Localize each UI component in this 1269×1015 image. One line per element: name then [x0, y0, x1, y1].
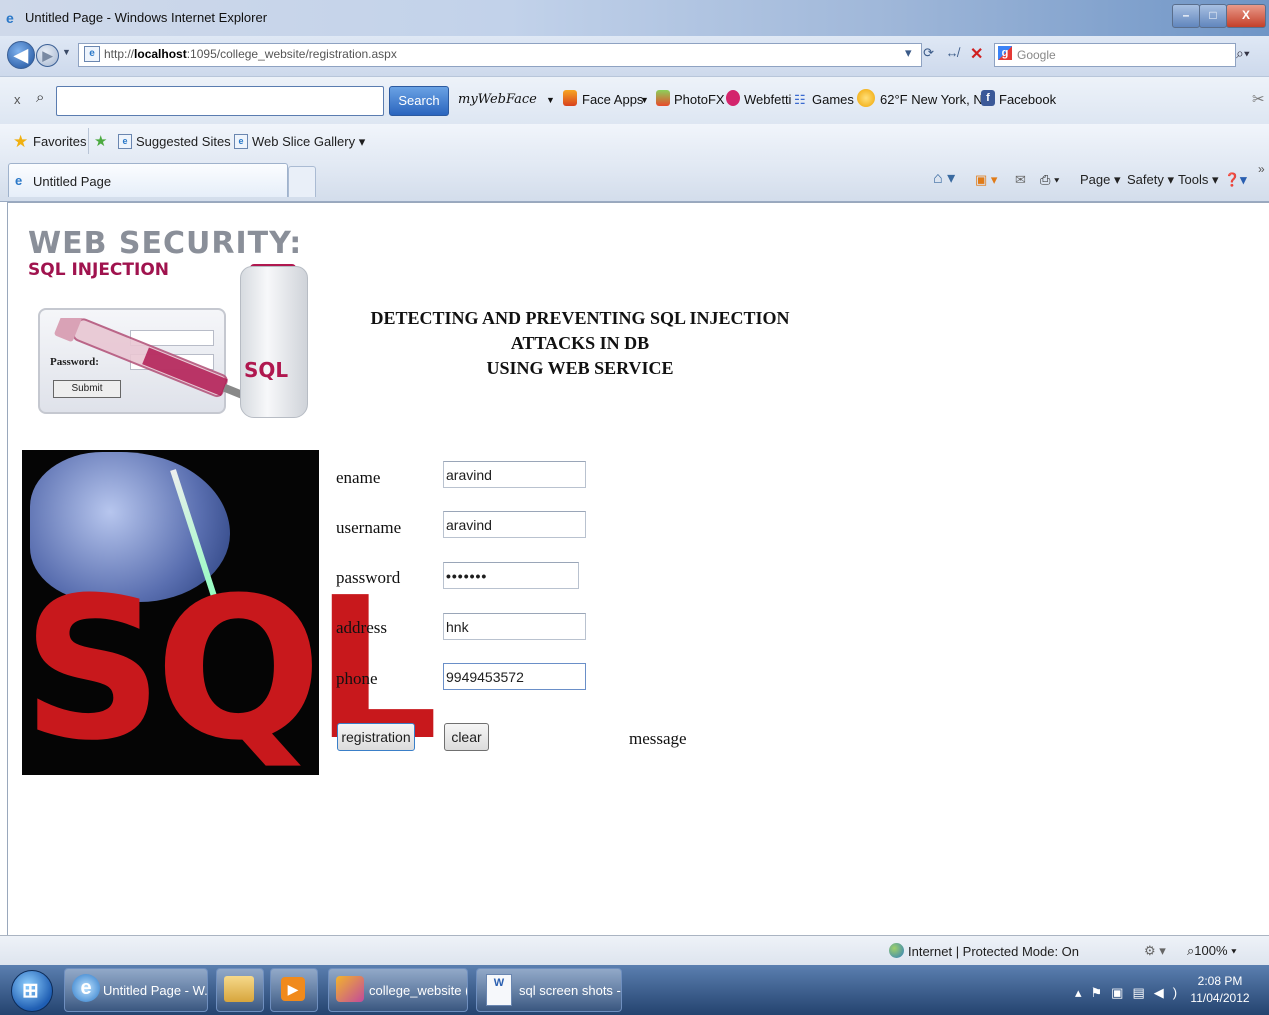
- password-input[interactable]: •••••••: [443, 562, 579, 589]
- print-icon[interactable]: ⎙ ▾: [1040, 172, 1059, 188]
- toolbar-close-button[interactable]: x: [14, 92, 21, 107]
- banner-subtitle: SQL INJECTION: [28, 260, 170, 280]
- zoom-level[interactable]: ⌕100% ▾: [1187, 943, 1237, 959]
- search-icon: ⌕: [36, 89, 45, 106]
- mywebface-link[interactable]: myWebFace: [458, 92, 537, 107]
- ename-input[interactable]: aravind: [443, 461, 586, 488]
- chevron-down-icon[interactable]: ▼: [640, 95, 649, 105]
- registration-button[interactable]: registration: [337, 723, 415, 751]
- facebook-icon: f: [981, 90, 995, 106]
- phone-label: phone: [336, 669, 378, 688]
- facebook-link[interactable]: Facebook: [999, 92, 1056, 107]
- google-search-placeholder: Google: [1017, 48, 1056, 62]
- security-zone[interactable]: Internet | Protected Mode: On: [908, 944, 1079, 959]
- webfetti-link[interactable]: Webfetti: [744, 92, 791, 107]
- more-commands-icon[interactable]: »: [1258, 162, 1265, 176]
- sql-image-text: SQL: [22, 556, 439, 784]
- webfetti-icon: [726, 90, 740, 106]
- popup-settings-icon[interactable]: ⚙ ▾: [1144, 943, 1166, 959]
- clock-date: 11/04/2012: [1190, 991, 1250, 1005]
- folder-icon: [224, 976, 254, 1002]
- home-icon[interactable]: ⌂ ▾: [933, 168, 955, 188]
- windows-logo-icon: ⊞: [22, 980, 39, 1002]
- suggested-sites-link[interactable]: Suggested Sites ▾: [136, 134, 241, 150]
- safety-menu[interactable]: Safety ▾: [1127, 172, 1174, 188]
- username-input[interactable]: aravind: [443, 511, 586, 538]
- message-label: message: [629, 729, 687, 748]
- username-label: username: [336, 518, 402, 537]
- photofx-icon: [656, 90, 670, 106]
- divider: [88, 128, 89, 154]
- minimize-button[interactable]: –: [1172, 4, 1200, 28]
- media-player-icon: ▶: [281, 977, 305, 1001]
- ie-icon: e: [15, 173, 23, 188]
- games-link[interactable]: Games: [812, 92, 854, 107]
- face-apps-icon: [563, 90, 577, 106]
- ename-label: ename: [336, 468, 381, 487]
- clock-time: 2:08 PM: [1197, 974, 1243, 988]
- favorites-button[interactable]: Favorites: [33, 134, 86, 149]
- password-label: password: [336, 568, 401, 587]
- ie-icon: e: [72, 974, 100, 1002]
- maximize-button[interactable]: □: [1199, 4, 1227, 28]
- toolbar-search-button[interactable]: Search: [389, 86, 449, 116]
- tools-menu[interactable]: Tools ▾: [1178, 172, 1219, 188]
- google-icon: g: [998, 46, 1012, 60]
- web-slice-gallery-link[interactable]: Web Slice Gallery ▾: [252, 134, 365, 150]
- word-document-icon: W: [486, 974, 512, 1006]
- games-icon: ☷: [794, 92, 806, 107]
- banner-title: WEB SECURITY:: [28, 226, 303, 261]
- phone-input[interactable]: 9949453572: [443, 663, 586, 690]
- refresh-compat-icons[interactable]: ▾ ⟳ ↮: [905, 45, 963, 61]
- recent-pages-dropdown-icon[interactable]: ▼: [62, 47, 71, 57]
- clock[interactable]: 2:08 PM 11/04/2012: [1185, 973, 1255, 1007]
- clear-button[interactable]: clear: [444, 723, 489, 751]
- url-text[interactable]: http://localhost:1095/college_website/re…: [104, 47, 397, 61]
- page-icon: e: [84, 46, 100, 62]
- globe-icon: [889, 943, 904, 958]
- system-tray-icons[interactable]: ▴⚑▣▤◀): [1075, 985, 1186, 1001]
- address-input[interactable]: hnk: [443, 613, 586, 640]
- ie-page-icon: e: [234, 134, 248, 149]
- vial-label: SQL: [244, 358, 289, 382]
- page-title: DETECTING AND PREVENTING SQL INJECTION A…: [330, 306, 830, 381]
- face-apps-link[interactable]: Face Apps: [582, 92, 643, 107]
- page-title-line1: DETECTING AND PREVENTING SQL INJECTION A…: [370, 308, 790, 353]
- window-title: Untitled Page - Windows Internet Explore…: [25, 10, 268, 25]
- stop-icon[interactable]: ✕: [970, 44, 983, 64]
- weather-icon: [857, 89, 875, 107]
- weather-link[interactable]: 62°F New York, NY: [880, 92, 991, 107]
- add-favorite-icon[interactable]: ★: [94, 132, 107, 150]
- toolbar-search-input[interactable]: [56, 86, 384, 116]
- page-title-line2: USING WEB SERVICE: [486, 358, 674, 378]
- feeds-icon[interactable]: ▣ ▾: [975, 172, 997, 188]
- mail-icon[interactable]: ✉: [1015, 172, 1026, 188]
- chevron-down-icon[interactable]: ▼: [546, 95, 555, 105]
- tab-title: Untitled Page: [33, 174, 112, 189]
- toolbar-options-icon[interactable]: ✂: [1252, 90, 1265, 108]
- search-go-icon[interactable]: ⌕▾: [1236, 45, 1250, 62]
- forward-button[interactable]: ▶: [36, 44, 59, 67]
- ie-icon: e: [6, 10, 14, 26]
- visual-studio-icon: [336, 976, 364, 1002]
- help-icon[interactable]: ❓▾: [1224, 172, 1247, 188]
- star-icon: ★: [13, 132, 29, 151]
- photofx-link[interactable]: PhotoFX: [674, 92, 725, 107]
- close-button[interactable]: X: [1226, 4, 1266, 28]
- vial-icon: [240, 266, 308, 418]
- address-label: address: [336, 618, 387, 637]
- new-tab-button[interactable]: [288, 166, 316, 197]
- page-menu[interactable]: Page ▾: [1080, 172, 1121, 188]
- back-button[interactable]: ◀: [7, 41, 35, 69]
- ie-page-icon: e: [118, 134, 132, 149]
